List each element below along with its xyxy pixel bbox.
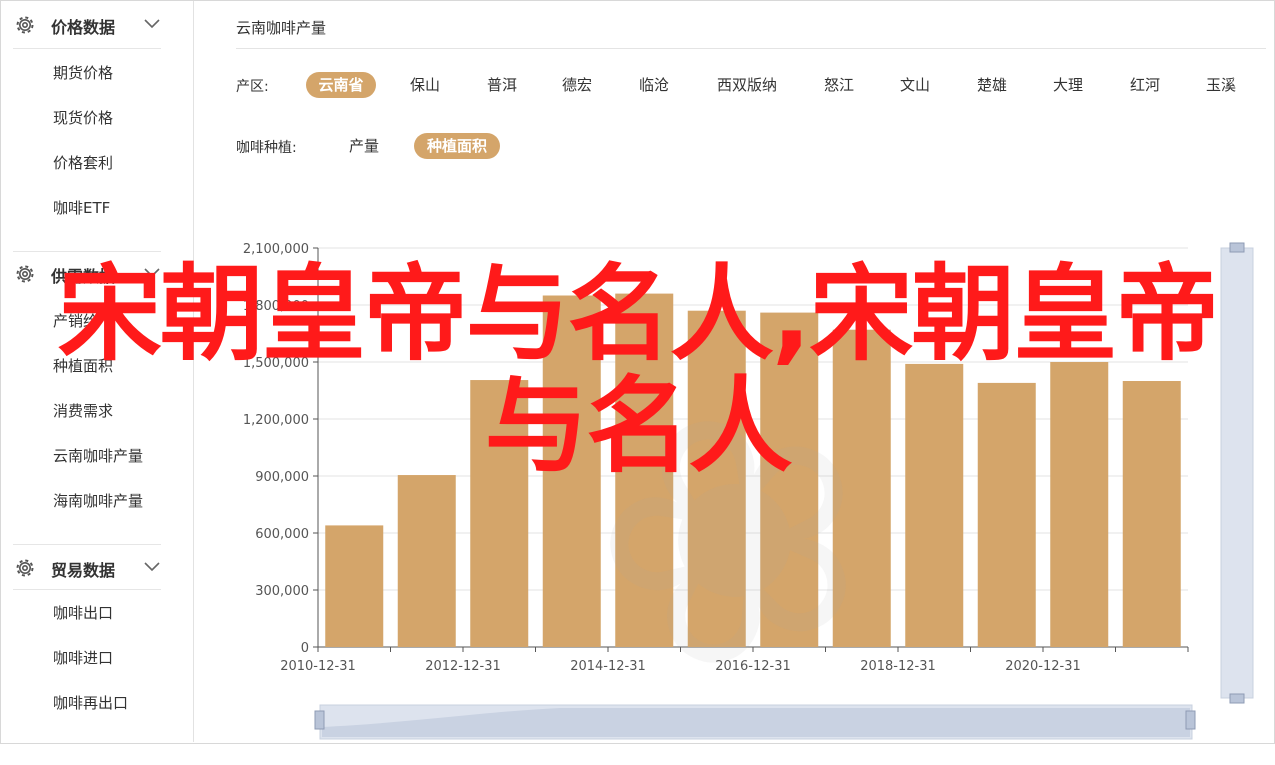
x-tick-label: 2016-12-31 bbox=[715, 659, 791, 674]
y-tick-label: 2,100,000 bbox=[243, 242, 309, 257]
y-tick-label: 300,000 bbox=[255, 584, 309, 599]
bar bbox=[470, 380, 529, 647]
bar bbox=[905, 363, 964, 647]
y-tick-label: 900,000 bbox=[255, 470, 309, 485]
bar bbox=[615, 293, 674, 647]
x-tick-label: 2010-12-31 bbox=[280, 659, 356, 674]
bar bbox=[325, 525, 384, 647]
y-tick-label: 0 bbox=[301, 641, 309, 656]
y-tick-label: 1,500,000 bbox=[243, 356, 309, 371]
x-tick-label: 2018-12-31 bbox=[860, 659, 936, 674]
vertical-zoom-slider bbox=[1220, 247, 1254, 699]
y-tick-label: 1,800,000 bbox=[243, 299, 309, 314]
bar bbox=[1122, 381, 1181, 647]
y-tick-label: 1,200,000 bbox=[243, 413, 309, 428]
bar bbox=[1050, 362, 1109, 647]
vertical-zoom-handle-top bbox=[1229, 242, 1245, 253]
horizontal-zoom-handle-right bbox=[1185, 710, 1196, 730]
bar-chart: 0 300,000 600,000 900,000 1,200,000 1,500,000… bbox=[243, 242, 1254, 740]
y-tick-label: 600,000 bbox=[255, 527, 309, 542]
vertical-zoom-handle-bottom bbox=[1229, 693, 1245, 704]
x-tick-label: 2014-12-31 bbox=[570, 659, 646, 674]
bar bbox=[832, 329, 891, 647]
bar bbox=[542, 295, 601, 647]
bar bbox=[977, 382, 1036, 647]
horizontal-zoom-handle-left bbox=[314, 710, 325, 730]
bar bbox=[760, 312, 819, 647]
x-tick-label: 2012-12-31 bbox=[425, 659, 501, 674]
bar bbox=[397, 475, 456, 647]
x-tick-label: 2020-12-31 bbox=[1005, 659, 1081, 674]
bar bbox=[687, 310, 746, 647]
